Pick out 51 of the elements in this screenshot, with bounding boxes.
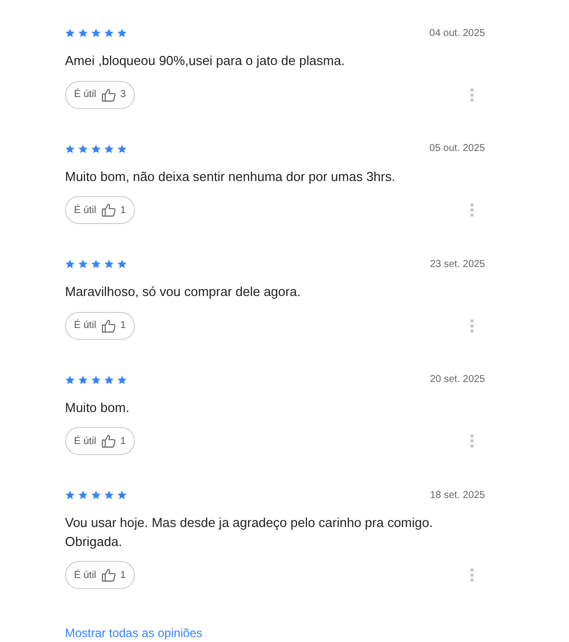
review-date: 04 out. 2025	[429, 28, 485, 38]
star-icon	[91, 374, 101, 384]
review-date: 20 set. 2025	[430, 374, 485, 385]
star-icon	[91, 490, 101, 500]
more-options-icon[interactable]	[470, 203, 474, 217]
thumbs-up-icon	[101, 568, 116, 582]
star-icon	[104, 259, 114, 269]
star-icon	[117, 28, 127, 38]
review-text: Vou usar hoje. Mas desde ja agradeço pelo carinho pra comigo. Obrigada.	[65, 514, 434, 551]
star-icon	[91, 259, 101, 269]
star-icon	[91, 28, 101, 38]
helpful-button[interactable]: É útil 1	[65, 196, 135, 224]
star-icon	[78, 144, 88, 154]
star-icon	[91, 144, 101, 154]
helpful-button[interactable]: É útil 3	[65, 80, 135, 108]
star-icon	[78, 490, 88, 500]
review-date: 05 out. 2025	[429, 143, 485, 154]
review-date: 18 set. 2025	[430, 490, 485, 500]
star-icon	[104, 490, 114, 500]
star-icon	[65, 28, 75, 38]
more-options-icon[interactable]	[470, 434, 474, 448]
thumbs-up-icon	[101, 88, 116, 102]
review-text: Amei ,bloqueou 90%,usei para o jato de plasma.	[65, 52, 346, 70]
star-icon	[117, 144, 127, 154]
star-icon	[78, 374, 88, 384]
star-icon	[104, 144, 114, 154]
star-icon	[65, 144, 75, 154]
more-options-icon[interactable]	[470, 88, 474, 102]
helpful-button[interactable]: É útil 1	[65, 561, 135, 589]
star-icon	[78, 28, 88, 38]
star-icon	[117, 259, 127, 269]
star-icon	[65, 374, 75, 384]
review-text: Muito bom.	[65, 398, 130, 416]
review-text: Maravilhoso, só vou comprar dele agora.	[65, 283, 302, 301]
more-options-icon[interactable]	[470, 318, 474, 332]
more-options-icon[interactable]	[470, 568, 474, 582]
star-icon	[65, 490, 75, 500]
star-icon	[104, 374, 114, 384]
star-icon	[117, 490, 127, 500]
star-icon	[104, 28, 114, 38]
star-icon	[78, 259, 88, 269]
star-icon	[117, 374, 127, 384]
review-text: Muito bom, não deixa sentir nenhuma dor por umas 3hrs.	[65, 168, 396, 186]
thumbs-up-icon	[101, 434, 116, 448]
show-all-link[interactable]: Mostrar todas as opiniões	[65, 626, 202, 640]
thumbs-up-icon	[101, 203, 116, 217]
helpful-button[interactable]: É útil 1	[65, 312, 135, 340]
review-date: 23 set. 2025	[430, 258, 485, 270]
thumbs-up-icon	[101, 318, 116, 332]
helpful-button[interactable]: É útil 1	[65, 427, 135, 455]
star-icon	[65, 259, 75, 269]
